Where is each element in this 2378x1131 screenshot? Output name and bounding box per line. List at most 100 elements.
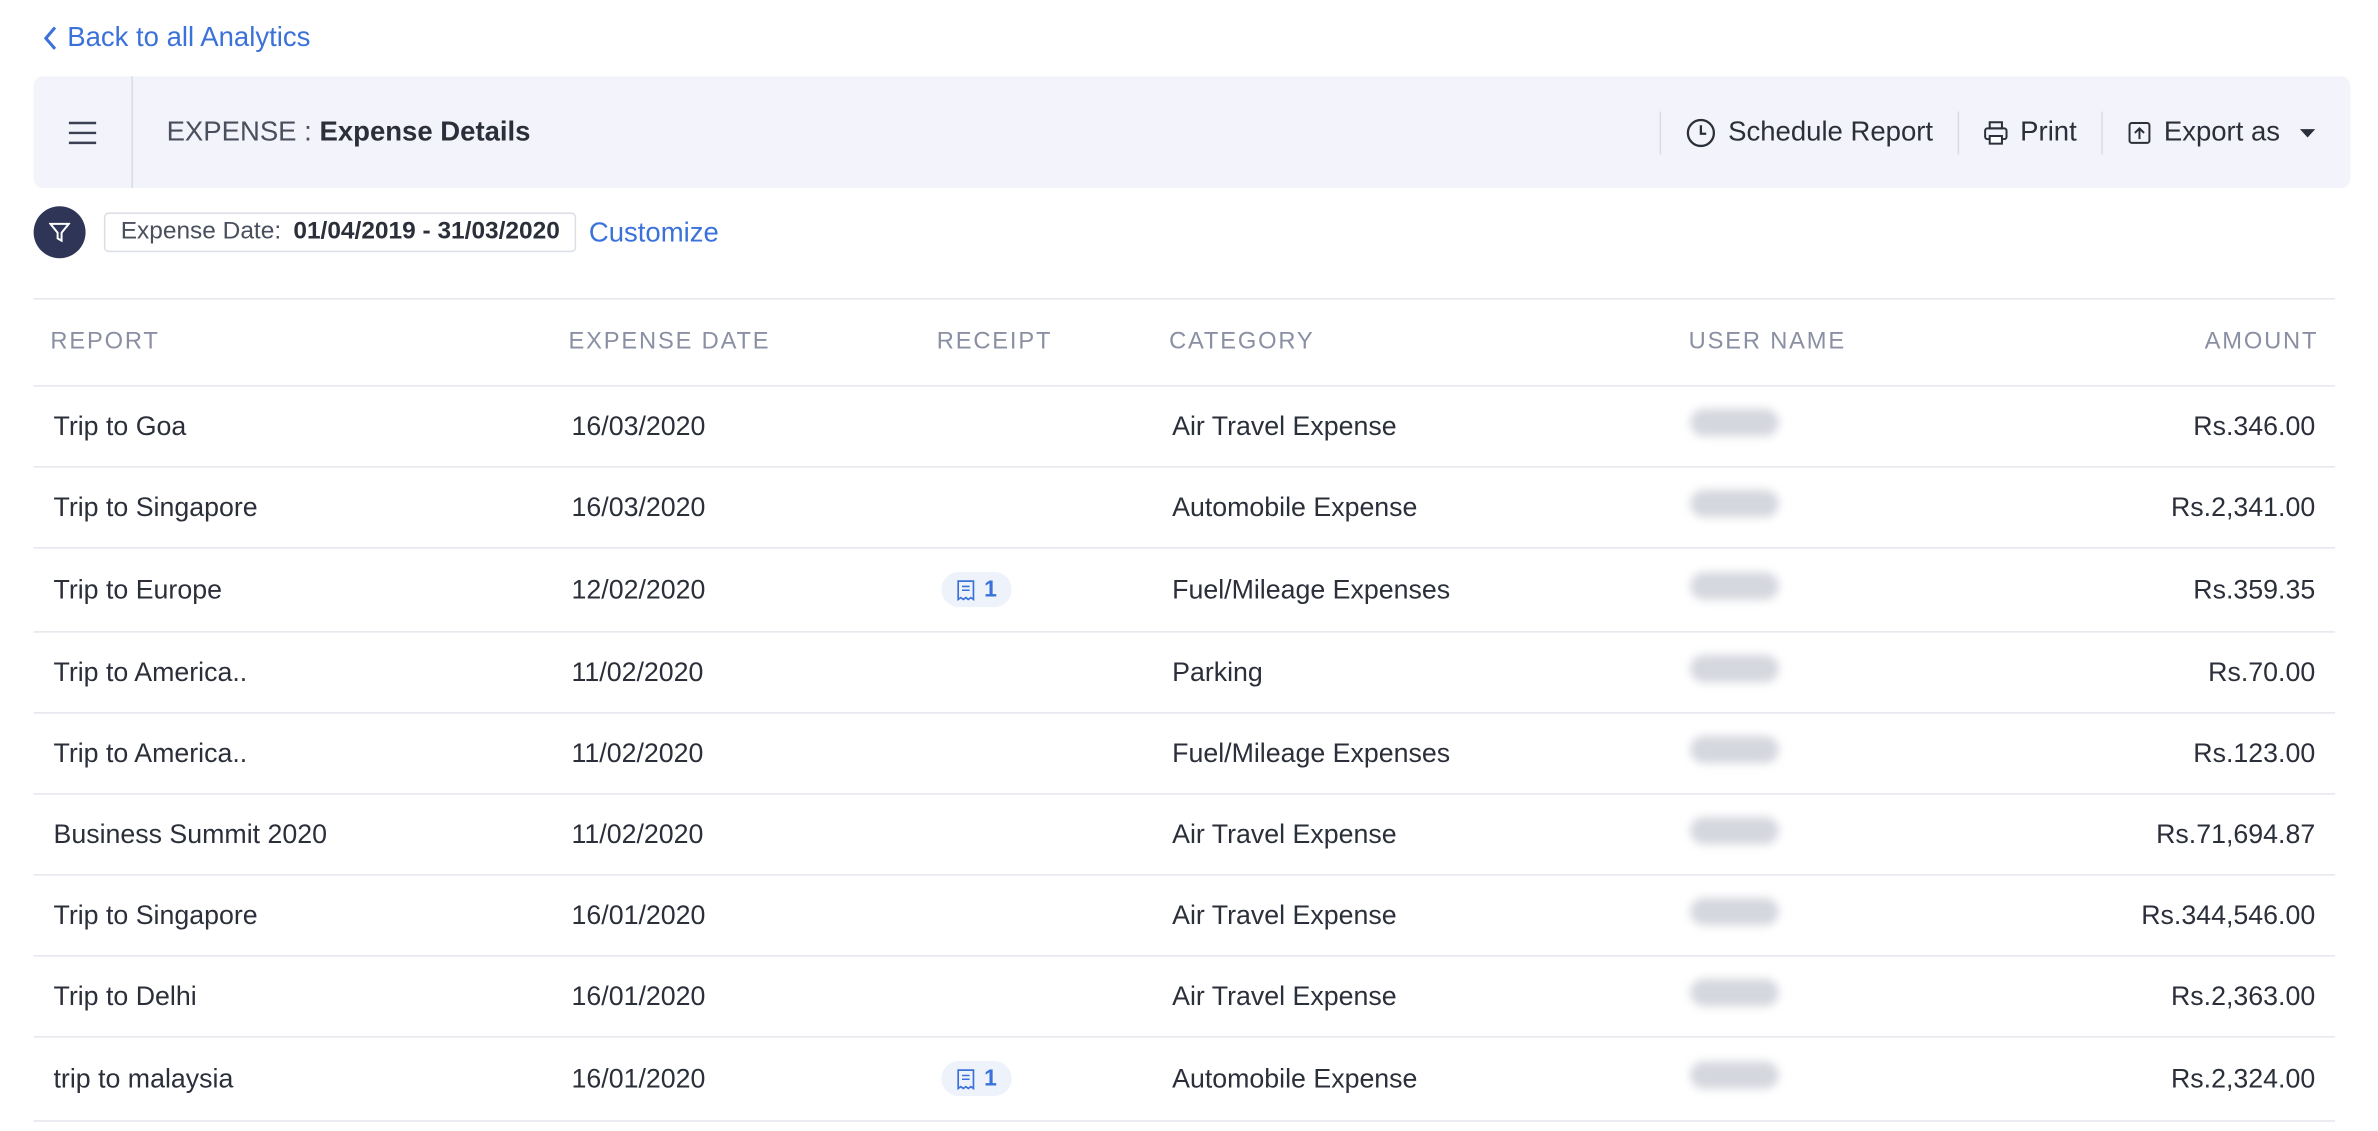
column-user-name[interactable]: USER NAME <box>1689 329 1846 357</box>
column-category[interactable]: CATEGORY <box>1169 329 1314 357</box>
report-cell[interactable]: Trip to Europe <box>53 574 221 606</box>
report-cell[interactable]: Trip to Singapore <box>53 899 257 931</box>
expense-date-cell: 12/02/2020 <box>571 573 706 605</box>
table-body: Trip to Goa 16/03/2020 Air Travel Expense R… <box>33 387 2336 1122</box>
report-cell[interactable]: trip to malaysia <box>53 1063 233 1095</box>
report-cell[interactable]: Business Summit 2020 <box>53 818 327 850</box>
column-report[interactable]: REPORT <box>50 329 159 357</box>
table-row[interactable]: Trip to America.. 11/02/2020 Fuel/Mileage … <box>33 714 2336 795</box>
report-cell[interactable]: Trip to America.. <box>53 656 247 688</box>
category-cell: Automobile Expense <box>1172 491 1418 522</box>
redacted-user-name <box>1690 816 1779 845</box>
amount-cell: Rs.2,363.00 <box>2170 980 2316 1011</box>
redacted-user-name <box>1690 1061 1779 1089</box>
user-name-cell <box>1690 654 1779 690</box>
category-cell: Air Travel Expense <box>1172 818 1397 849</box>
user-name-cell <box>1690 897 1779 933</box>
receipt-badge[interactable]: 1 <box>941 571 1013 608</box>
filter-button[interactable] <box>33 206 86 259</box>
menu-button[interactable] <box>34 76 133 188</box>
page: Back to all Analytics EXPENSE : Expense … <box>0 0 2378 1131</box>
customize-link[interactable]: Customize <box>589 216 719 248</box>
table-header: REPORT EXPENSE DATE RECEIPT CATEGORY USE… <box>33 297 2336 387</box>
table-row[interactable]: Trip to Goa 16/03/2020 Air Travel Expense R… <box>33 387 2336 468</box>
page-title: EXPENSE : Expense Details <box>167 116 531 148</box>
expense-date-cell: 16/01/2020 <box>571 1062 706 1094</box>
user-name-cell <box>1690 816 1779 852</box>
table-row[interactable]: Trip to Singapore 16/03/2020 Automobile Ex… <box>33 468 2336 549</box>
table-row[interactable]: Trip to Europe 12/02/2020 Fuel/Mileage Exp… <box>33 549 2336 633</box>
clock-icon <box>1686 118 1715 147</box>
table-row[interactable]: Trip to Singapore 16/01/2020 Air Travel Ex… <box>33 876 2336 957</box>
report-cell[interactable]: Trip to Goa <box>53 410 186 442</box>
receipt-cell: 1 <box>941 1060 1013 1097</box>
table-row[interactable]: Trip to Delhi 16/01/2020 Air Travel Expens… <box>33 957 2336 1038</box>
redacted-user-name <box>1690 489 1779 518</box>
filter-value: 01/04/2019 - 31/03/2020 <box>293 218 560 245</box>
category-cell: Fuel/Mileage Expenses <box>1172 737 1451 768</box>
header-actions: Schedule Report Print Export as <box>1659 76 2350 188</box>
category-cell: Automobile Expense <box>1172 1062 1418 1094</box>
column-expense-date[interactable]: EXPENSE DATE <box>568 329 770 357</box>
column-amount[interactable]: AMOUNT <box>2205 329 2319 357</box>
expense-date-cell: 16/03/2020 <box>571 491 706 522</box>
redacted-user-name <box>1690 897 1779 926</box>
receipt-icon <box>957 579 975 601</box>
expense-table: REPORT EXPENSE DATE RECEIPT CATEGORY USE… <box>33 297 2336 1122</box>
column-receipt[interactable]: RECEIPT <box>937 329 1052 357</box>
back-to-analytics-link[interactable]: Back to all Analytics <box>43 21 311 53</box>
redacted-user-name <box>1690 735 1779 764</box>
report-cell[interactable]: Trip to America.. <box>53 737 247 769</box>
report-cell[interactable]: Trip to Delhi <box>53 980 196 1012</box>
category-cell: Air Travel Expense <box>1172 410 1397 441</box>
expense-date-cell: 11/02/2020 <box>571 818 704 849</box>
receipt-badge[interactable]: 1 <box>941 1060 1013 1097</box>
hamburger-icon <box>68 121 97 144</box>
caret-down-icon <box>2299 128 2316 137</box>
print-label: Print <box>2020 116 2077 147</box>
expense-date-cell: 16/01/2020 <box>571 980 706 1011</box>
category-cell: Air Travel Expense <box>1172 899 1397 930</box>
back-link-label: Back to all Analytics <box>67 21 311 52</box>
receipt-count: 1 <box>984 1065 997 1092</box>
export-as-label: Export as <box>2163 116 2281 147</box>
redacted-user-name <box>1690 572 1779 600</box>
redacted-user-name <box>1690 408 1779 437</box>
category-cell: Parking <box>1172 656 1263 687</box>
table-row[interactable]: Business Summit 2020 11/02/2020 Air Travel… <box>33 795 2336 876</box>
report-cell[interactable]: Trip to Singapore <box>53 491 257 523</box>
table-row[interactable]: trip to malaysia 16/01/2020 Automobile Exp… <box>33 1038 2336 1122</box>
amount-cell: Rs.344,546.00 <box>2141 899 2316 930</box>
export-as-dropdown[interactable]: Export as <box>2101 110 2350 154</box>
receipt-cell: 1 <box>941 571 1013 608</box>
redacted-user-name <box>1690 978 1779 1007</box>
print-button[interactable]: Print <box>1957 110 2102 154</box>
filter-bar: Expense Date: 01/04/2019 - 31/03/2020 Cu… <box>33 206 719 259</box>
table-row[interactable]: Trip to America.. 11/02/2020 Parking Rs.70.… <box>33 633 2336 714</box>
user-name-cell <box>1690 489 1779 525</box>
amount-cell: Rs.71,694.87 <box>2156 818 2316 849</box>
schedule-report-button[interactable]: Schedule Report <box>1659 110 1957 154</box>
user-name-cell <box>1690 978 1779 1014</box>
expense-date-cell: 11/02/2020 <box>571 737 704 768</box>
export-icon <box>2128 121 2151 144</box>
expense-date-cell: 16/01/2020 <box>571 899 706 930</box>
module-label: EXPENSE : <box>166 116 312 147</box>
expense-date-cell: 16/03/2020 <box>571 410 706 441</box>
redacted-user-name <box>1690 654 1779 683</box>
chevron-left-icon <box>43 25 57 50</box>
amount-cell: Rs.123.00 <box>2193 737 2316 768</box>
user-name-cell <box>1690 735 1779 771</box>
category-cell: Fuel/Mileage Expenses <box>1172 573 1451 605</box>
amount-cell: Rs.346.00 <box>2193 410 2316 441</box>
schedule-report-label: Schedule Report <box>1728 116 1934 147</box>
receipt-count: 1 <box>984 576 997 603</box>
expense-date-filter-chip[interactable]: Expense Date: 01/04/2019 - 31/03/2020 <box>103 212 577 253</box>
funnel-icon <box>48 222 71 243</box>
printer-icon <box>1984 120 2008 144</box>
expense-date-cell: 11/02/2020 <box>571 656 704 687</box>
user-name-cell <box>1690 572 1779 607</box>
report-title: Expense Details <box>319 116 531 147</box>
amount-cell: Rs.359.35 <box>2193 573 2316 605</box>
filter-label: Expense Date: <box>120 218 282 245</box>
